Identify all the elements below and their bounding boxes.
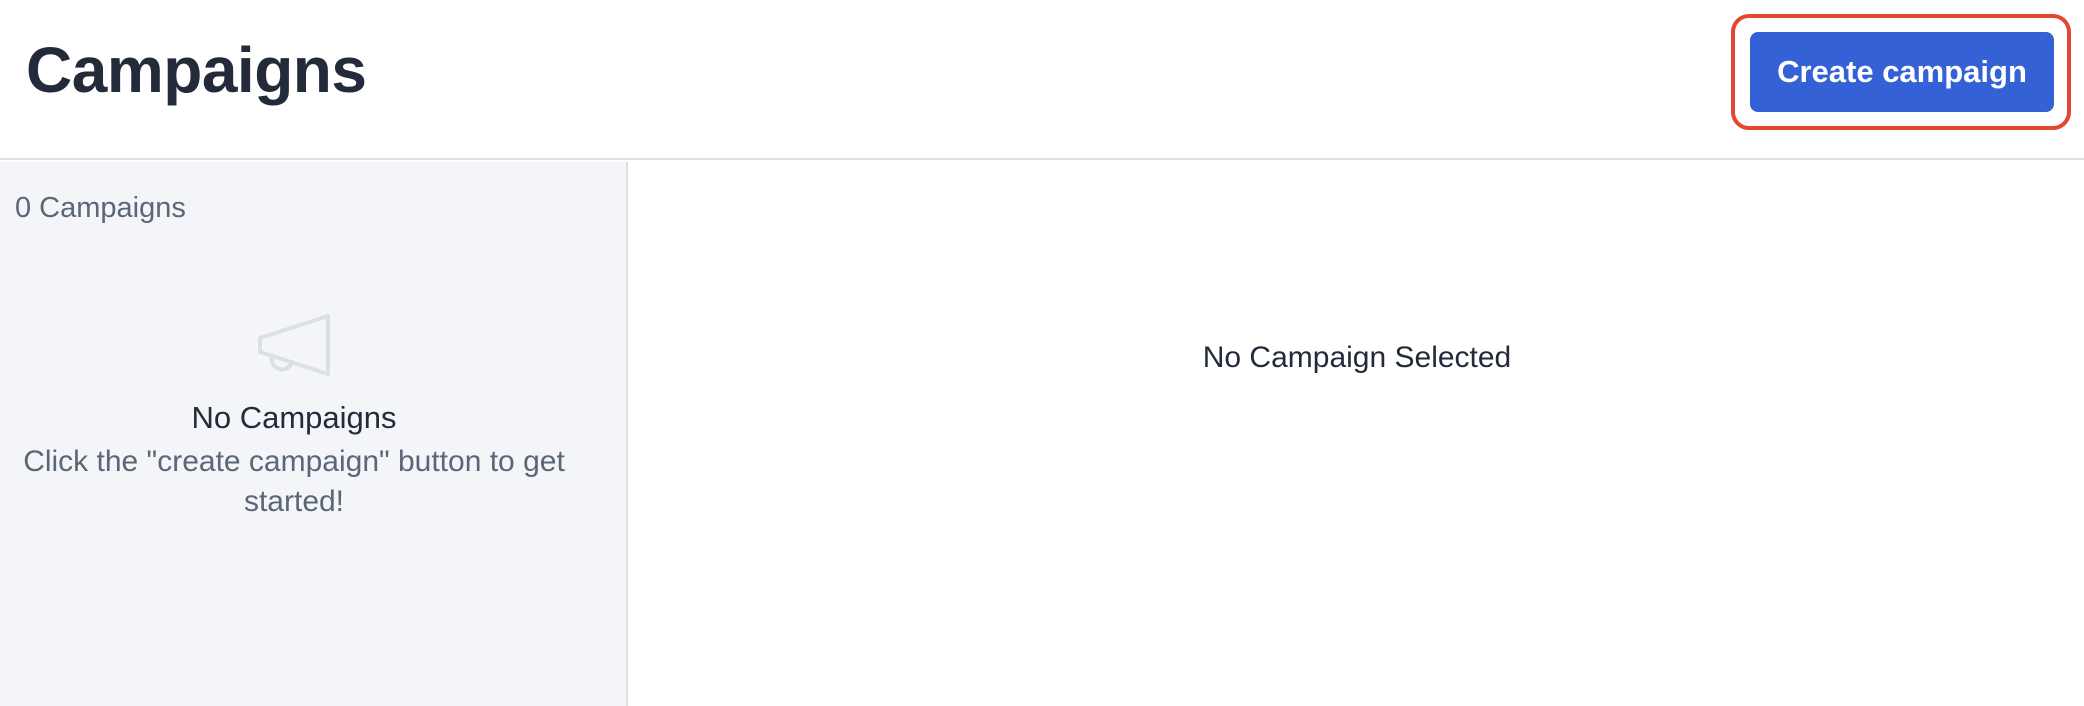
campaign-detail-panel: No Campaign Selected (630, 162, 2084, 706)
page-header: Campaigns Create campaign (0, 0, 2084, 160)
campaign-count: 0 Campaigns (15, 192, 186, 224)
campaign-list-panel: 0 Campaigns No Campaigns Click the "crea… (0, 162, 628, 706)
campaign-list-empty-state: No Campaigns Click the "create campaign"… (0, 312, 588, 522)
campaigns-page: Campaigns Create campaign 0 Campaigns No… (0, 0, 2084, 706)
page-title: Campaigns (26, 34, 367, 106)
create-campaign-button[interactable]: Create campaign (1750, 32, 2054, 112)
no-campaign-selected-message: No Campaign Selected (1202, 341, 1512, 374)
empty-state-help: Click the "create campaign" button to ge… (23, 445, 565, 518)
megaphone-icon (258, 314, 330, 376)
empty-state-title: No Campaigns (191, 400, 397, 435)
